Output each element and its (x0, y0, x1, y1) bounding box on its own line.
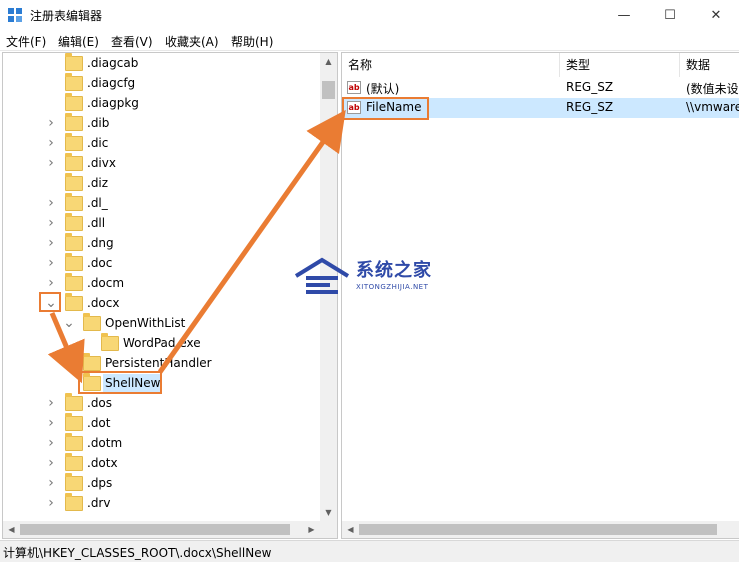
arrow-to-filename (157, 109, 346, 374)
annotation-arrows (47, 109, 346, 384)
arrow-to-shellnew (47, 312, 85, 384)
